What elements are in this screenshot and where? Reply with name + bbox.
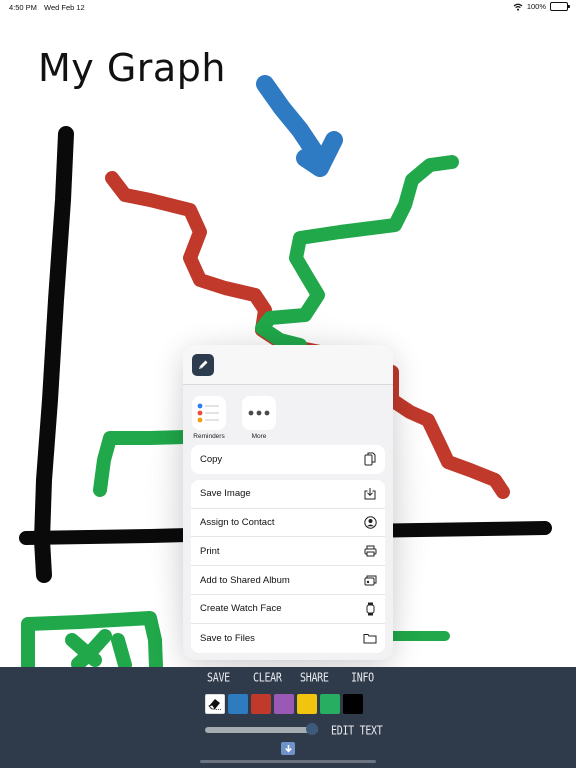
clear-tab[interactable]: CLEAR: [253, 672, 282, 685]
swatch-purple[interactable]: [274, 694, 294, 714]
actions-card: Save Image Assign to Contact Print Add t…: [191, 479, 385, 653]
folder-icon: [363, 631, 377, 645]
print-action[interactable]: Print: [191, 537, 385, 567]
status-time: 4:50 PM: [9, 3, 37, 12]
contact-icon: [363, 515, 377, 529]
status-date: Wed Feb 12: [44, 3, 85, 12]
swatch-blue[interactable]: [228, 694, 248, 714]
watch-face-action[interactable]: Create Watch Face: [191, 595, 385, 624]
save-image-action[interactable]: Save Image: [191, 480, 385, 509]
swatch-green[interactable]: [320, 694, 340, 714]
arrow-down-icon[interactable]: [281, 742, 295, 755]
share-app-label: More: [251, 433, 267, 440]
status-right: 100%: [513, 2, 570, 11]
blue-stroke-arrow: [256, 75, 343, 177]
action-label: Add to Shared Album: [200, 574, 290, 586]
watch-icon: [363, 602, 377, 616]
assign-contact-action[interactable]: Assign to Contact: [191, 509, 385, 538]
pencil-icon: [192, 354, 214, 376]
swatch-yellow[interactable]: [297, 694, 317, 714]
share-sheet: Reminders More Copy Save Image Assign to…: [183, 345, 393, 660]
swatch-red[interactable]: [251, 694, 271, 714]
copy-icon: [363, 452, 377, 466]
graph-title[interactable]: My Graph: [38, 46, 226, 90]
printer-icon: [363, 544, 377, 558]
action-label: Save Image: [200, 488, 251, 500]
wifi-icon: [513, 3, 523, 11]
edit-text-button[interactable]: EDIT TEXT: [331, 725, 383, 738]
action-label: Create Watch Face: [200, 603, 282, 615]
screen: My Graph 4:50 PM Wed Feb 12 100% Reminde…: [0, 0, 576, 768]
eraser-icon[interactable]: [205, 694, 225, 714]
shared-album-icon: [363, 573, 377, 587]
toolbar-tabs: SAVE CLEAR SHARE INFO: [0, 672, 576, 689]
share-sheet-header: [183, 345, 393, 385]
reminders-icon: [192, 396, 226, 430]
action-label: Copy: [200, 453, 223, 465]
save-image-icon: [363, 487, 377, 501]
copy-action[interactable]: Copy: [191, 445, 385, 474]
save-files-action[interactable]: Save to Files: [191, 624, 385, 653]
share-tab[interactable]: SHARE: [300, 672, 329, 685]
action-label: Save to Files: [200, 632, 255, 644]
home-indicator: [200, 760, 376, 763]
brush-size-slider[interactable]: [205, 723, 319, 735]
info-tab[interactable]: INFO: [351, 672, 374, 685]
copy-card: Copy: [191, 445, 385, 474]
share-apps-row: Reminders More: [183, 385, 393, 445]
more-icon: [242, 396, 276, 430]
swatch-black[interactable]: [343, 694, 363, 714]
black-stroke-y-axis: [34, 126, 74, 583]
save-tab[interactable]: SAVE: [207, 672, 230, 685]
battery-percent: 100%: [526, 2, 546, 11]
action-label: Print: [200, 545, 220, 557]
share-app-label: Reminders: [193, 433, 225, 440]
shared-album-action[interactable]: Add to Shared Album: [191, 566, 385, 595]
share-app-reminders[interactable]: Reminders: [191, 396, 227, 445]
action-label: Assign to Contact: [200, 516, 275, 528]
status-bar: 4:50 PM Wed Feb 12 100%: [0, 0, 576, 14]
green-stroke-cross: [65, 629, 132, 672]
share-app-more[interactable]: More: [241, 396, 277, 445]
battery-icon: [550, 2, 570, 11]
color-palette: [205, 694, 363, 714]
